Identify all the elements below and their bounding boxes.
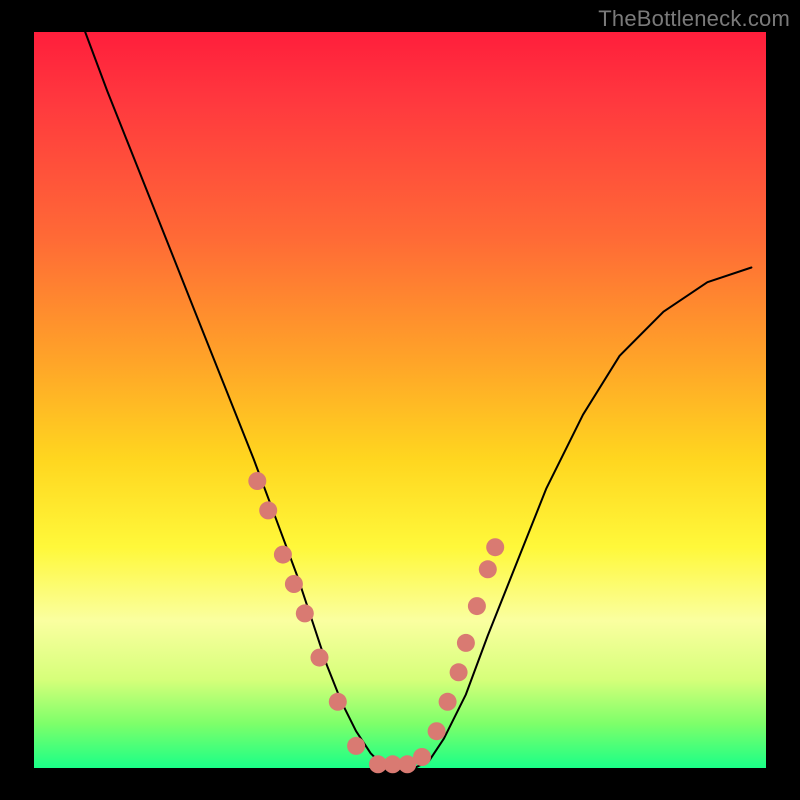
highlight-dot [347, 737, 365, 755]
highlight-dot [479, 560, 497, 578]
highlight-dot [285, 575, 303, 593]
highlight-dots [248, 472, 504, 773]
highlight-dot [413, 748, 431, 766]
plot-area [34, 32, 766, 768]
highlight-dot [439, 693, 457, 711]
bottleneck-curve [85, 32, 751, 768]
highlight-dot [274, 546, 292, 564]
highlight-dot [311, 649, 329, 667]
chart-frame: TheBottleneck.com [0, 0, 800, 800]
highlight-dot [450, 663, 468, 681]
highlight-dot [468, 597, 486, 615]
highlight-dot [329, 693, 347, 711]
highlight-dot [259, 501, 277, 519]
highlight-dot [248, 472, 266, 490]
watermark-text: TheBottleneck.com [598, 6, 790, 32]
highlight-dot [457, 634, 475, 652]
highlight-dot [428, 722, 446, 740]
highlight-dot [486, 538, 504, 556]
highlight-dot [296, 604, 314, 622]
curve-svg [34, 32, 766, 768]
